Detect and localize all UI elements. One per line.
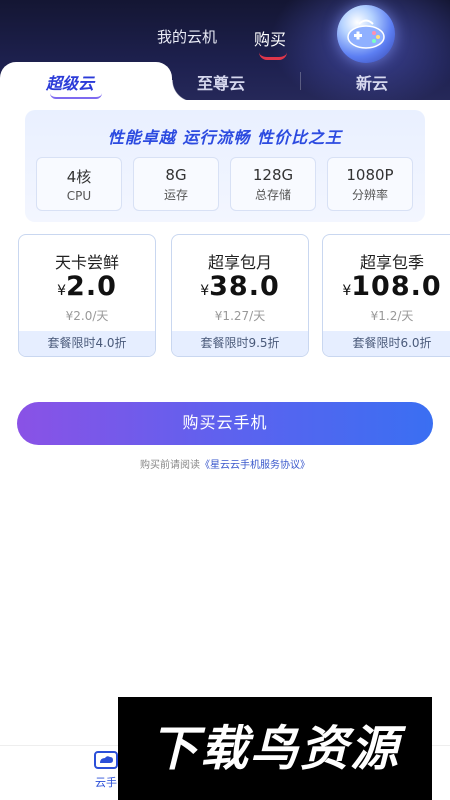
spec-storage: 128G 总存储 [230,157,316,211]
agreement-text: 购买前请阅读《星云云手机服务协议》 [0,456,450,471]
buy-cloud-phone-button[interactable]: 购买云手机 [17,402,433,445]
spec-ram: 8G 运存 [133,157,219,211]
purchase-content: 性能卓越 运行流畅 性价比之王 4核 CPU 8G 运存 128G 总存储 10… [0,100,450,800]
tab-super-cloud[interactable]: 超级云 [46,70,94,94]
plan-price: ¥108.0 [323,271,450,302]
currency-symbol: ¥ [57,283,67,299]
spec-label: 总存储 [254,188,291,202]
active-product-tab-underline [50,93,102,99]
tab-new-cloud[interactable]: 新云 [356,70,388,94]
plan-name: 超享包季 [359,253,424,272]
spec-label: 运存 [163,188,188,202]
tab-my-cloud-phone[interactable]: 我的云机 [157,26,217,47]
service-agreement-link[interactable]: 《星云云手机服务协议》 [200,460,310,471]
feature-panel: 性能卓越 运行流畅 性价比之王 4核 CPU 8G 运存 128G 总存储 10… [25,110,425,222]
currency-symbol: ¥ [342,283,352,299]
cloud-phone-icon [93,750,119,770]
spec-resolution: 1080P 分辨率 [327,157,413,211]
currency-symbol: ¥ [200,283,210,299]
watermark-logo: 下载鸟资源 [118,697,432,800]
spec-value: 8G [165,166,187,184]
tab-buy[interactable]: 购买 [254,26,286,50]
spec-value: 1080P [346,166,394,184]
plan-unit-price: ¥1.27/天 [214,309,266,323]
spec-value: 4核 [66,168,92,186]
plan-name: 超享包月 [207,253,272,272]
price-value: 2.0 [66,271,117,302]
plan-card-quarter[interactable]: 超享包季 ¥108.0 ¥1.2/天 套餐限时6.0折 [322,234,450,357]
spec-cpu: 4核 CPU [36,157,122,211]
tab-supreme-cloud[interactable]: 至尊云 [197,70,245,94]
active-tab-indicator [259,52,287,60]
plan-price: ¥38.0 [172,271,308,302]
price-value: 108.0 [351,271,442,302]
spec-label: 分辨率 [351,188,388,202]
price-value: 38.0 [209,271,280,302]
svg-text:下载鸟资源: 下载鸟资源 [150,721,407,777]
plan-discount: 套餐限时4.0折 [19,331,155,356]
feature-title: 性能卓越 运行流畅 性价比之王 [107,128,343,147]
plan-unit-price: ¥2.0/天 [65,309,109,323]
agreement-prefix: 购买前请阅读 [140,460,200,471]
spec-label: CPU [66,189,92,203]
plan-price: ¥2.0 [19,271,155,302]
gamepad-mascot-icon [337,5,395,63]
plan-discount: 套餐限时6.0折 [323,331,450,356]
spec-value: 128G [252,166,294,184]
plan-unit-price: ¥1.2/天 [370,309,414,323]
product-tab-bar: 超级云 至尊云 新云 [0,62,450,102]
plan-name: 天卡尝鲜 [54,253,119,272]
plan-card-day[interactable]: 天卡尝鲜 ¥2.0 ¥2.0/天 套餐限时4.0折 [18,234,156,357]
plan-card-month[interactable]: 超享包月 ¥38.0 ¥1.27/天 套餐限时9.5折 [171,234,309,357]
tab-divider [300,72,301,90]
plan-discount: 套餐限时9.5折 [172,331,308,356]
